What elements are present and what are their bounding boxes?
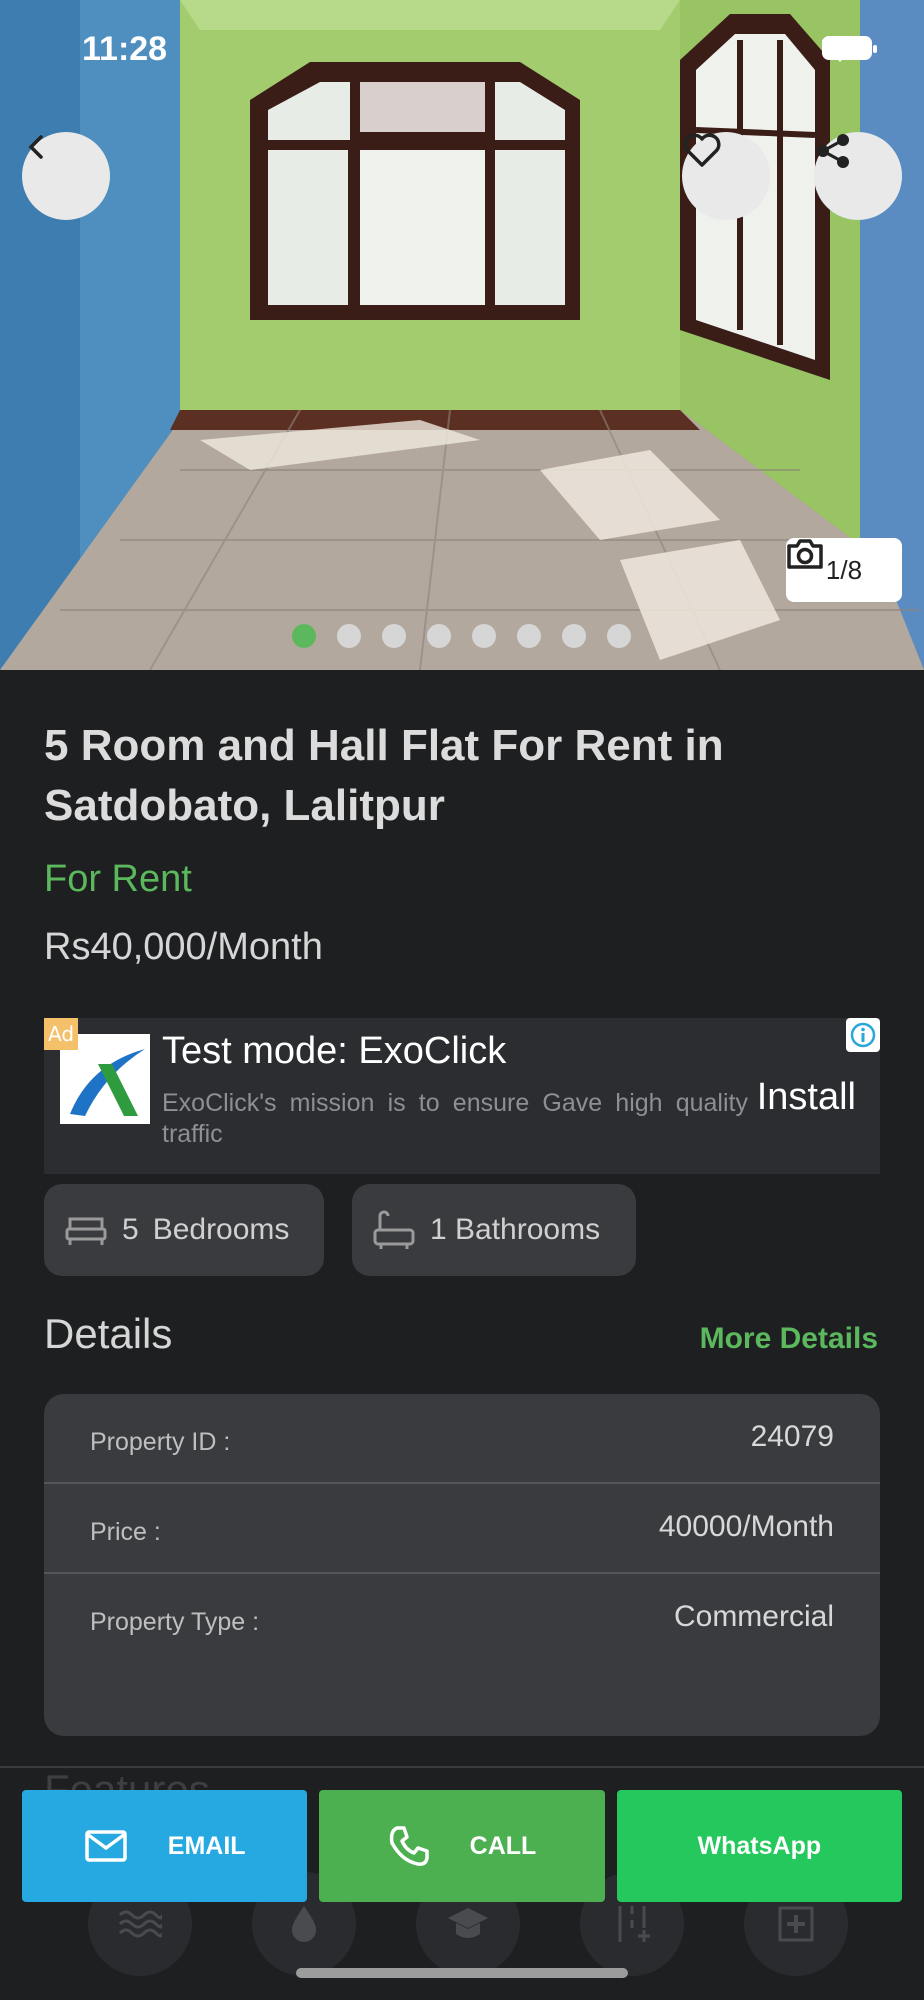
- detail-value: 24079: [750, 1420, 834, 1453]
- ad-description: ExoClick's mission is to ensure Gave hig…: [162, 1089, 748, 1148]
- detail-label: Price :: [90, 1518, 161, 1546]
- pagination-dot[interactable]: [382, 624, 406, 648]
- gallery-pagination: [292, 624, 631, 648]
- email-button-label: EMAIL: [167, 1831, 246, 1860]
- ad-install-button[interactable]: Install: [757, 1076, 856, 1119]
- detail-label: Property ID :: [90, 1428, 231, 1456]
- listing-price: Rs40,000/Month: [44, 926, 323, 968]
- bedrooms-label: Bedrooms: [152, 1213, 290, 1246]
- listing-purpose: For Rent: [44, 858, 192, 900]
- email-button[interactable]: EMAIL: [22, 1790, 308, 1902]
- battery-icon: [822, 36, 877, 60]
- ad-banner[interactable]: Ad Test mode: ExoClick ExoClick's missio…: [44, 1018, 880, 1174]
- favorite-button[interactable]: [682, 132, 770, 220]
- chevron-left-icon: [28, 135, 43, 159]
- photo-counter-text: 1/8: [825, 554, 863, 585]
- bedrooms-chip: 5 Bedrooms: [44, 1184, 324, 1276]
- whatsapp-button-label: WhatsApp: [697, 1831, 822, 1860]
- info-icon: [850, 1022, 876, 1048]
- school-cap-icon: [448, 1908, 488, 1938]
- pagination-dot[interactable]: [517, 624, 541, 648]
- pagination-dot[interactable]: [562, 624, 586, 648]
- bed-icon: [65, 1217, 107, 1245]
- status-icons: [822, 36, 877, 62]
- whatsapp-button[interactable]: WhatsApp: [616, 1790, 902, 1902]
- bedrooms-count: 5: [122, 1213, 139, 1246]
- details-card: Property ID : 24079 Price : 40000/Month …: [44, 1394, 880, 1736]
- water-drop-icon: [292, 1906, 316, 1942]
- pagination-dot[interactable]: [607, 624, 631, 648]
- share-button[interactable]: [814, 132, 902, 220]
- call-button[interactable]: CALL: [319, 1790, 605, 1902]
- hospital-icon: [778, 1906, 814, 1942]
- share-icon: [817, 134, 849, 168]
- call-button-label: CALL: [469, 1831, 537, 1860]
- ad-badge: Ad: [44, 1018, 78, 1050]
- mail-icon: [85, 1830, 127, 1862]
- bathrooms-chip: 1 Bathrooms: [352, 1184, 636, 1276]
- pagination-dot[interactable]: [472, 624, 496, 648]
- detail-row-property-type: Property Type : Commercial: [44, 1574, 880, 1664]
- phone-icon: [389, 1826, 429, 1866]
- back-button[interactable]: [22, 132, 110, 220]
- pagination-dot[interactable]: [337, 624, 361, 648]
- contact-action-bar: EMAIL CALL WhatsApp: [22, 1790, 902, 1902]
- details-heading: Details: [44, 1310, 173, 1357]
- road-icon: [618, 1906, 650, 1942]
- status-time: 11:28: [82, 30, 168, 68]
- detail-row-property-id: Property ID : 24079: [44, 1394, 880, 1484]
- heart-icon: [683, 133, 721, 167]
- detail-value: 40000/Month: [658, 1510, 834, 1543]
- home-indicator[interactable]: [296, 1968, 628, 1978]
- detail-value: Commercial: [673, 1600, 834, 1633]
- detail-label: Property Type :: [90, 1608, 260, 1636]
- pagination-dot[interactable]: [427, 624, 451, 648]
- more-details-link[interactable]: More Details: [700, 1322, 878, 1356]
- listing-title: 5 Room and Hall Flat For Rent in Satdoba…: [44, 721, 724, 830]
- bathtub-icon: [373, 1210, 415, 1249]
- waves-icon: [118, 1910, 162, 1938]
- photo-counter[interactable]: 1/8: [786, 538, 902, 602]
- ad-title[interactable]: Test mode: ExoClick: [162, 1030, 506, 1073]
- pagination-dot[interactable]: [292, 624, 316, 648]
- camera-icon: [787, 539, 823, 569]
- ad-info-button[interactable]: [846, 1018, 880, 1052]
- property-photo[interactable]: 11:28 1/8: [0, 0, 924, 670]
- bathrooms-label: 1 Bathrooms: [430, 1213, 601, 1246]
- detail-row-price: Price : 40000/Month: [44, 1484, 880, 1574]
